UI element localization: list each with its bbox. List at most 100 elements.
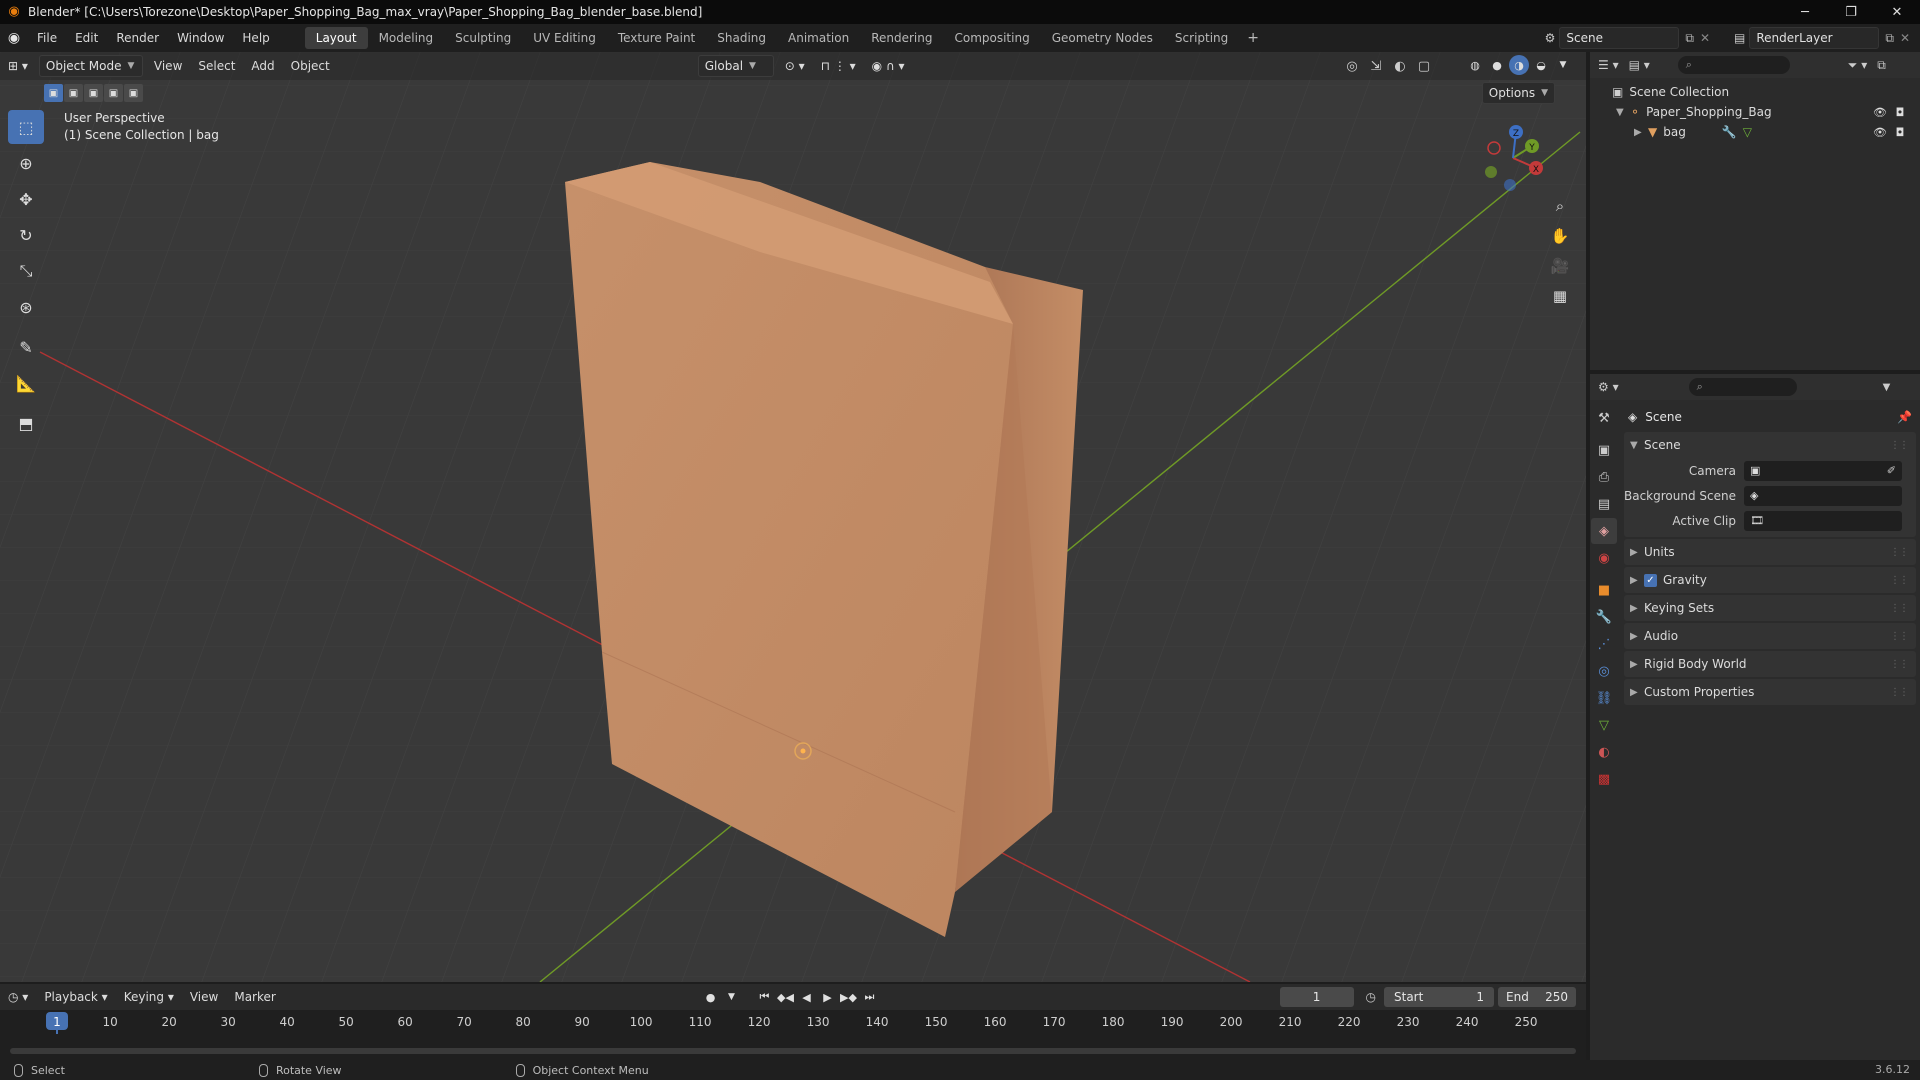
tab-scripting[interactable]: Scripting	[1164, 27, 1239, 49]
annotate-tool-icon[interactable]: ✎	[8, 330, 44, 364]
select-intersect-icon[interactable]: ▣	[124, 84, 143, 102]
select-subtract-icon[interactable]: ▣	[84, 84, 103, 102]
snap-icon[interactable]: ⊓ ⋮ ▾	[813, 55, 864, 77]
render-tab-icon[interactable]: ▣	[1591, 437, 1617, 463]
outliner-search-input[interactable]: ⌕	[1677, 56, 1790, 74]
solid-shading-icon[interactable]: ●	[1487, 55, 1507, 75]
menu-file[interactable]: File	[28, 24, 66, 52]
delete-scene-icon[interactable]: ✕	[1700, 31, 1710, 45]
move-tool-icon[interactable]: ✥	[8, 182, 44, 216]
menu-help[interactable]: Help	[233, 24, 278, 52]
gizmo-toggle-icon[interactable]: ⇲	[1364, 55, 1388, 77]
current-frame-field[interactable]: 1	[1279, 987, 1354, 1007]
rotate-tool-icon[interactable]: ↻	[8, 218, 44, 252]
mesh-data-icon[interactable]: ▽	[1743, 125, 1752, 139]
expand-right-icon[interactable]: ▶	[1634, 127, 1648, 138]
eye-icon[interactable]: 👁	[1870, 126, 1890, 139]
outliner-row-scene-collection[interactable]: ▣ Scene Collection	[1590, 82, 1920, 102]
scale-tool-icon[interactable]: ⤡	[8, 254, 44, 288]
viewport-menu-add[interactable]: Add	[243, 55, 282, 77]
texture-tab-icon[interactable]: ▩	[1591, 766, 1617, 792]
delete-view-layer-icon[interactable]: ✕	[1900, 31, 1910, 45]
object-tab-icon[interactable]: ■	[1591, 577, 1617, 603]
world-tab-icon[interactable]: ◉	[1591, 545, 1617, 571]
rigid-body-world-panel-header[interactable]: ▶ Rigid Body World ⋮⋮	[1624, 651, 1916, 677]
tab-animation[interactable]: Animation	[777, 27, 860, 49]
wireframe-shading-icon[interactable]: ◍	[1465, 55, 1485, 75]
pin-icon[interactable]: 📌	[1897, 410, 1912, 424]
scene-name-field[interactable]: Scene	[1559, 27, 1680, 49]
camera-field[interactable]: ▣ ✐	[1744, 460, 1902, 481]
tab-texture-paint[interactable]: Texture Paint	[607, 27, 706, 49]
proportional-editing-icon[interactable]: ◉ ∩ ▾	[864, 55, 913, 77]
output-tab-icon[interactable]: ⎙	[1591, 464, 1617, 490]
options-dropdown[interactable]: Options ▼	[1481, 82, 1555, 104]
jump-to-start-icon[interactable]: ⏮	[754, 987, 775, 1007]
drag-grip-icon[interactable]: ⋮⋮	[1890, 687, 1909, 698]
properties-editor-type-icon[interactable]: ⚙ ▾	[1598, 380, 1619, 394]
menu-window[interactable]: Window	[168, 24, 233, 52]
timeline-menu-playback[interactable]: Playback ▾	[36, 986, 115, 1008]
viewport-menu-select[interactable]: Select	[190, 55, 243, 77]
jump-to-prev-keyframe-icon[interactable]: ◆◀	[775, 987, 796, 1007]
audio-panel-header[interactable]: ▶ Audio ⋮⋮	[1624, 623, 1916, 649]
select-new-icon[interactable]: ▣	[44, 84, 63, 102]
timeline-menu-view[interactable]: View	[182, 986, 226, 1008]
outliner-row-bag[interactable]: ▶ ▼ bag 🔧 ▽ 👁 ◘	[1590, 122, 1920, 142]
view-layer-field[interactable]: RenderLayer	[1749, 27, 1880, 49]
particles-tab-icon[interactable]: ⋰	[1591, 631, 1617, 657]
properties-options-chevron-icon[interactable]: ▼	[1883, 382, 1891, 393]
constraints-tab-icon[interactable]: ⛓	[1591, 685, 1617, 711]
jump-to-end-icon[interactable]: ⏭	[859, 987, 880, 1007]
menu-render[interactable]: Render	[107, 24, 168, 52]
navigation-gizmo[interactable]: Y X Z	[1468, 110, 1558, 200]
blender-logo-icon[interactable]: ◉	[0, 24, 28, 52]
view-layer-icon[interactable]: ▤	[1734, 31, 1745, 45]
gizmo-neg-z-icon[interactable]	[1504, 179, 1516, 191]
new-view-layer-icon[interactable]: ⧉	[1885, 31, 1894, 46]
perspective-toggle-icon[interactable]: ▦	[1546, 282, 1574, 310]
camera-icon[interactable]: ◘	[1890, 126, 1910, 139]
drag-grip-icon[interactable]: ⋮⋮	[1890, 659, 1909, 670]
rendered-shading-icon[interactable]: ◒	[1531, 55, 1551, 75]
viewport-menu-object[interactable]: Object	[283, 55, 338, 77]
start-frame-field[interactable]: Start 1	[1384, 987, 1494, 1007]
tab-rendering[interactable]: Rendering	[860, 27, 943, 49]
object-mode-dropdown[interactable]: Object Mode ▼	[38, 55, 143, 77]
material-tab-icon[interactable]: ◐	[1591, 739, 1617, 765]
custom-properties-panel-header[interactable]: ▶ Custom Properties ⋮⋮	[1624, 679, 1916, 705]
camera-view-icon[interactable]: 🎥	[1546, 252, 1574, 280]
timeline-menu-keying[interactable]: Keying ▾	[116, 986, 182, 1008]
eye-icon[interactable]: 👁	[1870, 106, 1890, 119]
camera-icon[interactable]: ◘	[1890, 106, 1910, 119]
transform-orientation-dropdown[interactable]: Global ▼	[697, 55, 774, 77]
scene-tab-icon[interactable]: ◈	[1591, 518, 1617, 544]
gravity-panel-header[interactable]: ▶ ✓ Gravity ⋮⋮	[1624, 567, 1916, 593]
3d-viewport[interactable]: ⊞ ▾ Object Mode ▼ View Select Add Object …	[0, 52, 1586, 982]
gizmo-neg-y-icon[interactable]	[1485, 166, 1497, 178]
filter-icon[interactable]: ⏷ ▾	[1848, 58, 1867, 73]
measure-tool-icon[interactable]: 📐	[8, 366, 44, 400]
select-extend-icon[interactable]: ▣	[64, 84, 83, 102]
drag-grip-icon[interactable]: ⋮⋮	[1890, 575, 1909, 586]
maximize-button[interactable]: ❐	[1828, 0, 1874, 24]
select-invert-icon[interactable]: ▣	[104, 84, 123, 102]
gizmo-neg-x-icon[interactable]	[1487, 141, 1501, 155]
cursor-tool-icon[interactable]: ⊕	[8, 146, 44, 180]
scene-icon[interactable]: ⚙	[1545, 31, 1556, 45]
end-frame-field[interactable]: End 250	[1498, 987, 1576, 1007]
modifier-wrench-icon[interactable]: 🔧	[1722, 125, 1737, 139]
play-icon[interactable]: ▶	[817, 987, 838, 1007]
drag-grip-icon[interactable]: ⋮⋮	[1890, 631, 1909, 642]
auto-keying-record-icon[interactable]: ●	[700, 987, 721, 1007]
active-clip-field[interactable]: 🎞	[1744, 510, 1902, 531]
modifier-tab-icon[interactable]: 🔧	[1591, 604, 1617, 630]
outliner-row-paper-shopping-bag[interactable]: ▼ ⚬ Paper_Shopping_Bag 👁 ◘	[1590, 102, 1920, 122]
tab-geometry-nodes[interactable]: Geometry Nodes	[1041, 27, 1164, 49]
drag-grip-icon[interactable]: ⋮⋮	[1890, 603, 1909, 614]
expand-down-icon[interactable]: ▼	[1616, 107, 1630, 118]
tab-modeling[interactable]: Modeling	[368, 27, 445, 49]
display-mode-icon[interactable]: ▤ ▾	[1629, 58, 1650, 72]
tool-tab-icon[interactable]: ⚒	[1591, 405, 1617, 431]
gravity-checkbox[interactable]: ✓	[1644, 573, 1657, 587]
